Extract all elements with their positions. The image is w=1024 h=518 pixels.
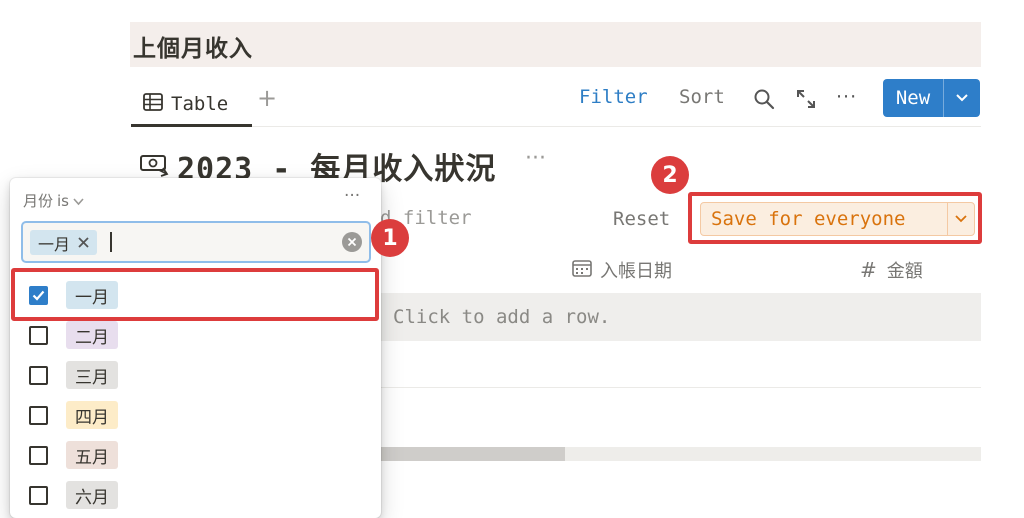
toolbar-divider [252,126,981,127]
option-chip: 二月 [66,321,118,349]
money-icon [139,150,171,180]
new-button-label[interactable]: New [883,79,943,117]
option-chip: 四月 [66,401,118,429]
checkbox[interactable] [29,405,48,425]
highlight-box-save [688,192,982,244]
page-title: 上個月收入 [133,36,253,62]
tab-table[interactable]: Table [133,83,252,125]
step-badge-2: 2 [651,156,689,194]
chevron-down-icon[interactable] [943,79,980,117]
clear-input-icon[interactable] [342,232,362,252]
column-header-amount[interactable]: # 金額 [860,257,923,283]
reset-button[interactable]: Reset [613,208,670,230]
row-divider [380,387,981,388]
tab-underline [131,124,252,127]
step-badge-1: 1 [371,219,409,257]
add-view-button[interactable]: + [257,84,277,112]
filter-property-selector[interactable]: 月份 is [23,190,84,211]
filter-more-button[interactable]: ··· [344,186,360,206]
scrollbar-thumb[interactable] [380,447,565,461]
filter-property-label: 月份 [23,192,54,210]
filter-option-item[interactable]: 二月 [23,315,373,355]
checkbox[interactable] [29,485,48,505]
database-more-button[interactable]: ··· [525,146,546,171]
number-icon: # [860,258,877,282]
column-header-date[interactable]: 入帳日期 [572,257,672,283]
filter-option-item[interactable]: 五月 [23,435,373,475]
selected-value-label: 一月 [38,234,71,254]
option-chip: 六月 [66,481,118,509]
header-band [130,22,981,67]
more-options-button[interactable]: ··· [836,86,857,108]
table-icon [143,92,163,116]
search-icon[interactable] [752,87,776,111]
new-button[interactable]: New [883,79,980,117]
add-row-hint[interactable]: Click to add a row. [393,306,610,328]
selected-value-chip[interactable]: 一月 [30,230,98,255]
option-chip: 五月 [66,441,118,469]
filter-option-item[interactable]: 六月 [23,475,373,515]
checkbox[interactable] [29,365,48,385]
calendar-icon [572,259,592,282]
checkbox[interactable] [29,325,48,345]
tab-table-label: Table [171,93,229,115]
expand-icon[interactable] [794,87,818,111]
filter-option-item[interactable]: 三月 [23,355,373,395]
column-header-date-label: 入帳日期 [600,261,672,282]
filter-button[interactable]: Filter [579,86,648,108]
filter-operator[interactable]: is [57,192,69,210]
checkbox[interactable] [29,445,48,465]
sort-button[interactable]: Sort [679,86,725,108]
option-chip: 三月 [66,361,118,389]
text-cursor [110,232,112,252]
filter-option-item[interactable]: 四月 [23,395,373,435]
column-header-amount-label: 金額 [886,261,923,282]
remove-chip-icon[interactable] [78,233,89,252]
chevron-down-icon [73,192,84,210]
highlight-box-option [11,268,379,321]
